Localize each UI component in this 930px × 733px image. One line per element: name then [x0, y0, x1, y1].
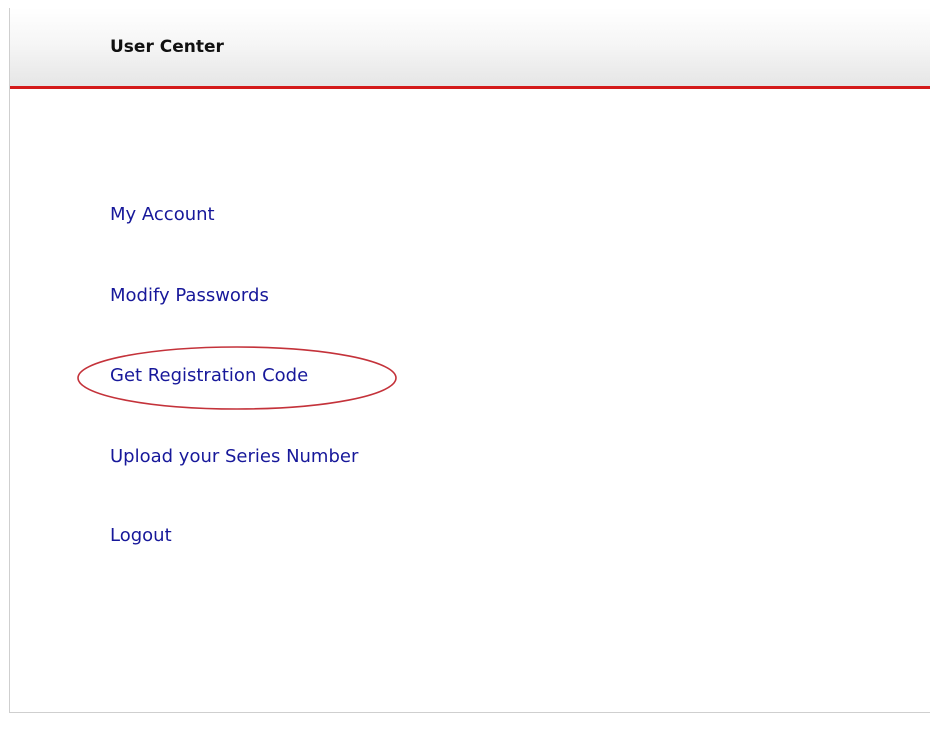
my-account-link[interactable]: My Account [110, 204, 215, 225]
user-menu: My Account Modify Passwords Get Registra… [10, 8, 930, 712]
upload-series-number-link[interactable]: Upload your Series Number [110, 446, 358, 467]
logout-link[interactable]: Logout [110, 525, 172, 546]
user-center-panel: User Center My Account Modify Passwords … [9, 8, 930, 713]
modify-passwords-link[interactable]: Modify Passwords [110, 285, 269, 306]
get-registration-code-link[interactable]: Get Registration Code [110, 365, 308, 386]
